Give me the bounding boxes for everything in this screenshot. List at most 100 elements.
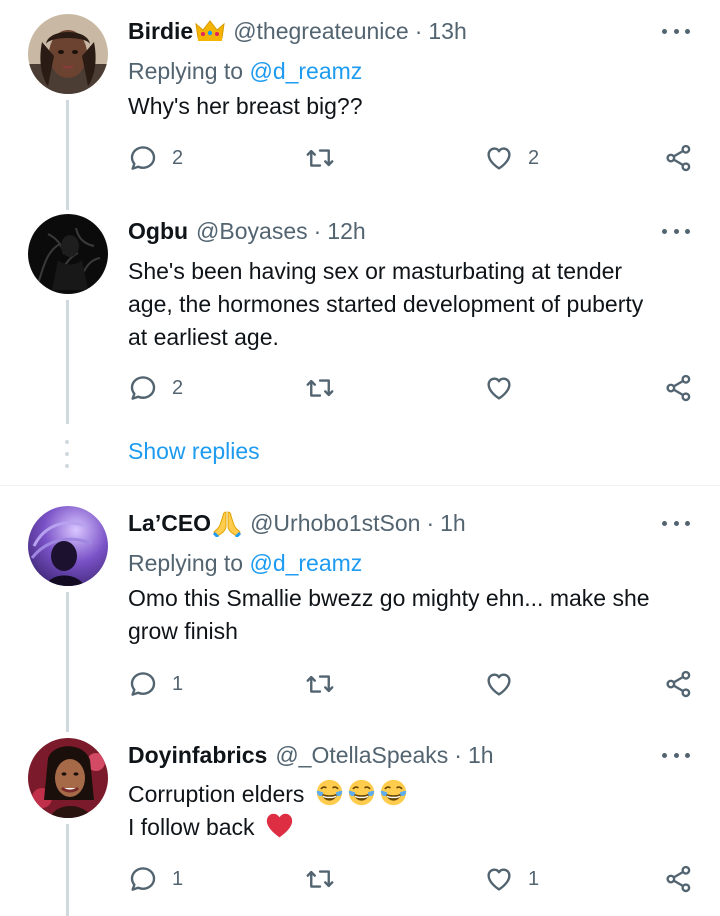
display-name[interactable]: Ogbu — [128, 218, 188, 245]
user-handle[interactable]: @_OtellaSpeaks — [275, 742, 448, 769]
thread-dots — [65, 440, 70, 476]
user-handle[interactable]: @Urhobo1stSon — [250, 510, 420, 537]
timestamp[interactable]: 13h — [428, 18, 466, 45]
avatar[interactable] — [28, 14, 108, 94]
reply-count: 2 — [172, 146, 184, 169]
action-bar: 1 1 — [128, 862, 694, 896]
action-bar: 2 2 — [128, 141, 694, 175]
display-name[interactable]: Doyinfabrics — [128, 742, 267, 769]
retweet-button[interactable] — [304, 141, 336, 175]
avatar[interactable] — [28, 738, 108, 818]
tweet-doyinfabrics[interactable]: Doyinfabrics @_OtellaSpeaks · 1h Corrupt… — [0, 718, 720, 916]
more-icon[interactable] — [662, 226, 690, 236]
tweet-text: She's been having sex or masturbating at… — [128, 255, 698, 354]
reply-button[interactable]: 1 — [128, 862, 183, 896]
tweet-text-line: age, the hormones started development of… — [128, 291, 644, 317]
tweet-text: Corruption elders I follow back — [128, 778, 698, 844]
reply-button[interactable]: 1 — [128, 667, 183, 701]
like-button[interactable]: 1 — [484, 862, 539, 896]
like-count: 1 — [528, 867, 540, 890]
tweet-text-line: She's been having sex or masturbating at… — [128, 258, 623, 284]
user-handle[interactable]: @Boyases — [196, 218, 308, 245]
timestamp[interactable]: 12h — [327, 218, 365, 245]
replying-mention[interactable]: @d_reamz — [249, 550, 362, 576]
crown-emoji-icon — [195, 19, 225, 43]
thread-line — [66, 824, 69, 916]
replying-mention[interactable]: @d_reamz — [249, 58, 362, 84]
separator-dot: · — [414, 17, 423, 44]
like-count: 2 — [528, 146, 540, 169]
reply-count: 1 — [172, 867, 184, 890]
share-button[interactable] — [664, 141, 694, 175]
more-icon[interactable] — [662, 26, 690, 36]
thread-line — [66, 592, 69, 732]
reply-button[interactable]: 2 — [128, 141, 183, 175]
tweet-text-line: at earliest age. — [128, 324, 279, 350]
more-icon[interactable] — [662, 750, 690, 760]
tweet-text-segment: I follow back — [128, 814, 255, 840]
tweet-text-line: Corruption elders — [128, 778, 698, 811]
share-button[interactable] — [664, 667, 694, 701]
timestamp[interactable]: 1h — [468, 742, 494, 769]
share-icon — [664, 864, 694, 894]
reply-icon — [128, 373, 158, 403]
like-button[interactable]: 2 — [484, 141, 539, 175]
retweet-button[interactable] — [304, 371, 336, 405]
retweet-icon — [304, 864, 336, 894]
retweet-button[interactable] — [304, 862, 336, 896]
tweet-text: Omo this Smallie bwezz go mighty ehn... … — [128, 582, 698, 648]
tweet-birdie[interactable]: Birdie @thegreateunice · 13h Replying to… — [0, 0, 720, 210]
like-icon — [484, 143, 514, 173]
show-replies-link[interactable]: Show replies — [128, 438, 260, 465]
tweet-text: Why's her breast big?? — [128, 90, 698, 123]
tweet-text-line: I follow back — [128, 811, 698, 844]
share-icon — [664, 143, 694, 173]
like-button[interactable] — [484, 667, 514, 701]
like-icon — [484, 864, 514, 894]
retweet-button[interactable] — [304, 667, 336, 701]
tweet-ogbu[interactable]: Ogbu @Boyases · 12h She's been having se… — [0, 210, 720, 485]
tweet-laceo[interactable]: La’CEO @Urhobo1stSon · 1h Replying to @d… — [0, 486, 720, 732]
red-heart-emoji-icon — [266, 813, 293, 838]
folded-hands-emoji-icon — [212, 509, 242, 539]
like-icon — [484, 669, 514, 699]
share-button[interactable] — [664, 371, 694, 405]
replying-label: Replying to — [128, 58, 244, 84]
thread-line — [66, 100, 69, 210]
more-icon[interactable] — [662, 518, 690, 528]
share-icon — [664, 373, 694, 403]
user-handle[interactable]: @thegreateunice — [233, 18, 409, 45]
tweet-header: La’CEO @Urhobo1stSon · 1h — [128, 508, 466, 539]
reply-icon — [128, 864, 158, 894]
separator-dot: · — [313, 217, 322, 244]
display-name[interactable]: Birdie — [128, 18, 193, 45]
tweet-header: Doyinfabrics @_OtellaSpeaks · 1h — [128, 740, 494, 770]
action-bar: 1 — [128, 667, 694, 701]
replying-to: Replying to @d_reamz — [128, 58, 362, 85]
reply-count: 1 — [172, 672, 184, 695]
tweet-header: Birdie @thegreateunice · 13h — [128, 16, 467, 46]
separator-dot: · — [454, 741, 462, 768]
action-bar: 2 — [128, 371, 694, 405]
tears-of-joy-emoji-icon — [347, 778, 376, 807]
retweet-icon — [304, 143, 336, 173]
like-button[interactable] — [484, 371, 514, 405]
reply-icon — [128, 669, 158, 699]
tweet-text-segment: Corruption elders — [128, 781, 305, 807]
display-name[interactable]: La’CEO — [128, 510, 211, 537]
retweet-icon — [304, 669, 336, 699]
avatar[interactable] — [28, 214, 108, 294]
tweet-text-line: Why's her breast big?? — [128, 93, 363, 119]
replying-label: Replying to — [128, 550, 244, 576]
tears-of-joy-emoji-icon — [315, 778, 344, 807]
separator-dot: · — [426, 509, 435, 536]
share-icon — [664, 669, 694, 699]
reply-button[interactable]: 2 — [128, 371, 183, 405]
tweet-text-line: Omo this Smallie bwezz go mighty ehn... … — [128, 585, 650, 611]
reply-icon — [128, 143, 158, 173]
timestamp[interactable]: 1h — [440, 510, 466, 537]
avatar[interactable] — [28, 506, 108, 586]
like-icon — [484, 373, 514, 403]
tweet-header: Ogbu @Boyases · 12h — [128, 216, 366, 246]
share-button[interactable] — [664, 862, 694, 896]
